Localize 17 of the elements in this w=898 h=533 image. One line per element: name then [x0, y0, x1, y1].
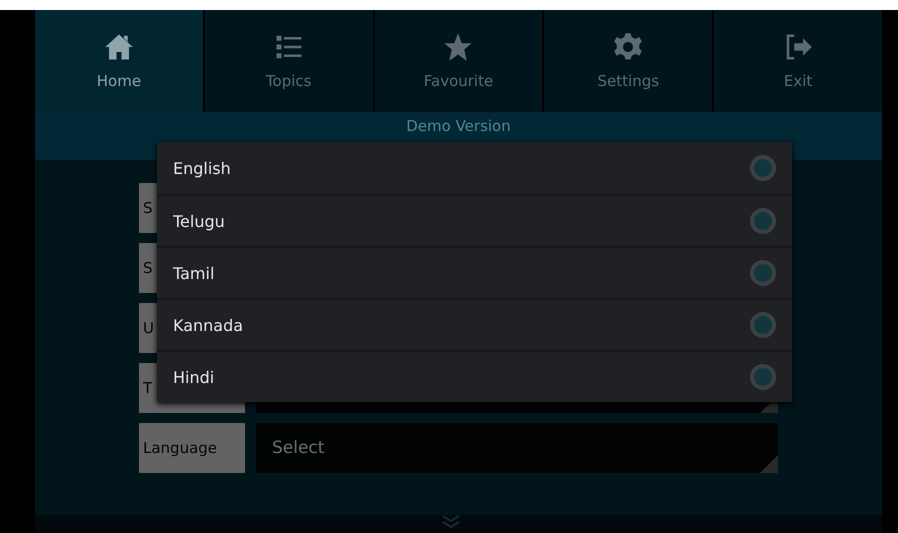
language-option[interactable]: Hindi	[157, 350, 792, 402]
home-icon	[104, 32, 134, 62]
radio-button[interactable]	[750, 155, 776, 181]
language-option[interactable]: Kannada	[157, 298, 792, 350]
radio-button[interactable]	[750, 260, 776, 286]
star-icon	[443, 32, 474, 62]
gear-icon	[613, 32, 644, 62]
banner-text: Demo Version	[406, 117, 511, 135]
radio-button[interactable]	[750, 208, 776, 234]
radio-button[interactable]	[750, 312, 776, 338]
language-option[interactable]: Telugu	[157, 194, 792, 246]
language-option[interactable]: Tamil	[157, 246, 792, 298]
input-field[interactable]: Select	[256, 423, 778, 473]
double-chevron-icon[interactable]	[441, 515, 461, 529]
nav-tab[interactable]: Home	[35, 10, 205, 112]
radio-button[interactable]	[750, 364, 776, 390]
field-label: Language	[139, 423, 245, 473]
